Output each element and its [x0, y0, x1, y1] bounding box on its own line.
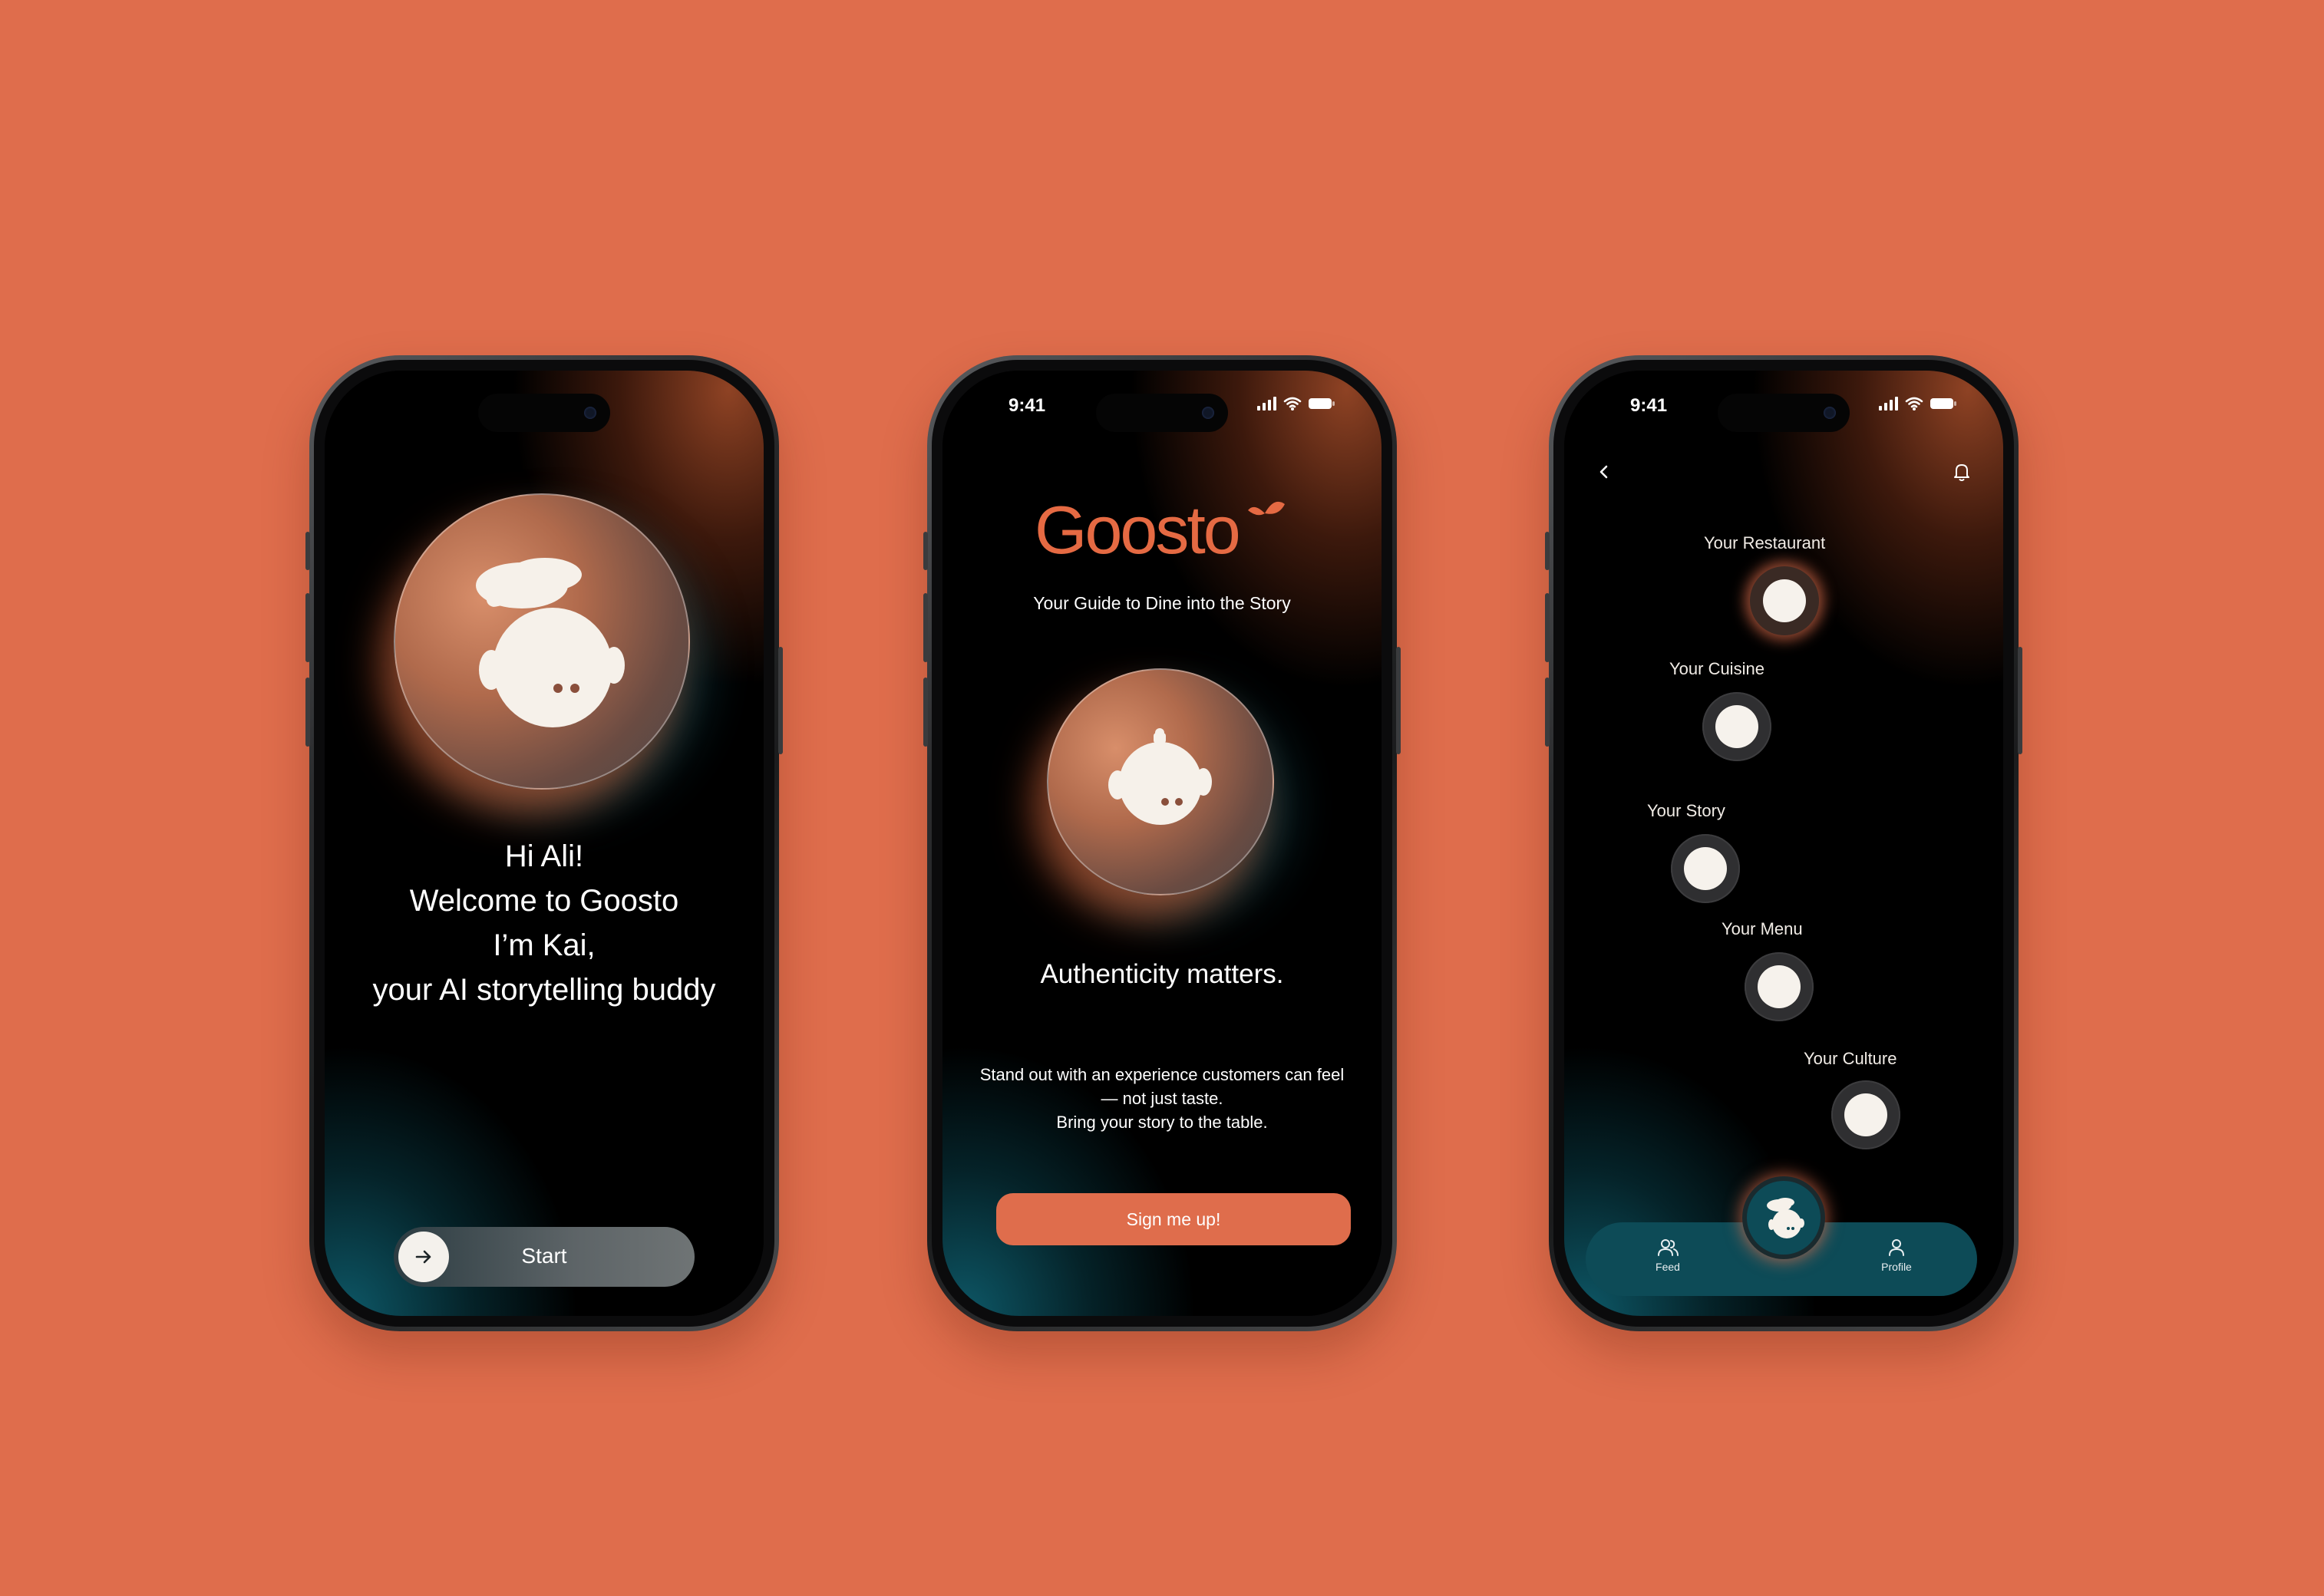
node-label-restaurant: Your Restaurant — [1704, 533, 1826, 552]
signal-icon — [1879, 397, 1898, 411]
headline: Authenticity matters. — [1040, 959, 1284, 989]
body-line: Bring your story to the table. — [1056, 1113, 1268, 1132]
journey-node-restaurant[interactable] — [1750, 566, 1819, 635]
status-icons — [1257, 397, 1335, 411]
tagline: Your Guide to Dine into the Story — [1033, 593, 1291, 613]
welcome-line: I’m Kai, — [493, 928, 596, 962]
journey-node-culture[interactable] — [1831, 1080, 1900, 1149]
robot-avatar-icon — [1108, 728, 1212, 825]
journey-node-menu[interactable] — [1745, 952, 1814, 1021]
status-time: 9:41 — [1008, 395, 1046, 416]
welcome-line: your AI storytelling buddy — [372, 973, 716, 1007]
tab-feed[interactable]: Feed — [1637, 1238, 1698, 1273]
bell-icon[interactable] — [1951, 461, 1972, 483]
goosto-logo: Goosto — [1035, 492, 1296, 568]
tab-profile-label: Profile — [1881, 1261, 1912, 1273]
body-line: — not just taste. — [1101, 1089, 1223, 1108]
journey-node-cuisine[interactable] — [1702, 692, 1771, 761]
user-icon — [1889, 1239, 1904, 1256]
kai-avatar-orb — [394, 493, 690, 790]
kai-avatar-orb — [1047, 668, 1274, 895]
tab-profile[interactable]: Profile — [1866, 1238, 1927, 1273]
dynamic-island — [1096, 394, 1228, 432]
signup-button[interactable]: Sign me up! — [996, 1193, 1351, 1245]
battery-icon — [1309, 398, 1335, 409]
tab-feed-label: Feed — [1656, 1261, 1680, 1273]
start-label: Start — [521, 1244, 567, 1268]
node-label-cuisine: Your Cuisine — [1669, 659, 1764, 678]
signup-screen: 9:41 Goosto Your Guide to Dine into the … — [942, 371, 1382, 1316]
status-icons — [1879, 397, 1957, 411]
phone-welcome: Hi Ali! Welcome to Goosto I’m Kai, your … — [305, 355, 783, 1331]
wifi-icon — [1905, 397, 1923, 411]
wifi-icon — [1283, 397, 1302, 411]
body-line: Stand out with an experience customers c… — [979, 1065, 1345, 1084]
welcome-screen: Hi Ali! Welcome to Goosto I’m Kai, your … — [325, 371, 764, 1316]
chevron-left-icon[interactable] — [1595, 463, 1613, 481]
status-time: 9:41 — [1630, 395, 1668, 416]
dynamic-island — [478, 394, 610, 432]
users-icon — [1658, 1239, 1679, 1256]
kai-assistant-button[interactable] — [1747, 1181, 1821, 1255]
phone-signup: 9:41 Goosto Your Guide to Dine into the … — [923, 355, 1401, 1331]
dynamic-island — [1718, 394, 1850, 432]
node-label-story: Your Story — [1647, 801, 1725, 820]
journey-node-story[interactable] — [1671, 834, 1740, 903]
body-copy: Stand out with an experience customers c… — [942, 1063, 1382, 1134]
journey-screen: 9:41 Your Restaurant Your Cuisine Your S… — [1564, 371, 2003, 1316]
welcome-line: Welcome to Goosto — [409, 884, 679, 918]
svg-text:Goosto: Goosto — [1035, 493, 1239, 562]
chef-hat-robot-icon — [1767, 1198, 1804, 1238]
start-slider[interactable]: Start — [394, 1227, 695, 1287]
welcome-line: Hi Ali! — [504, 839, 584, 873]
phone-journey: 9:41 Your Restaurant Your Cuisine Your S… — [1545, 355, 2022, 1331]
chef-hat-robot-icon — [476, 558, 625, 727]
signal-icon — [1257, 397, 1276, 411]
welcome-message: Hi Ali! Welcome to Goosto I’m Kai, your … — [325, 834, 764, 1012]
node-label-culture: Your Culture — [1804, 1049, 1897, 1068]
battery-icon — [1930, 398, 1956, 409]
node-label-menu: Your Menu — [1722, 919, 1803, 938]
